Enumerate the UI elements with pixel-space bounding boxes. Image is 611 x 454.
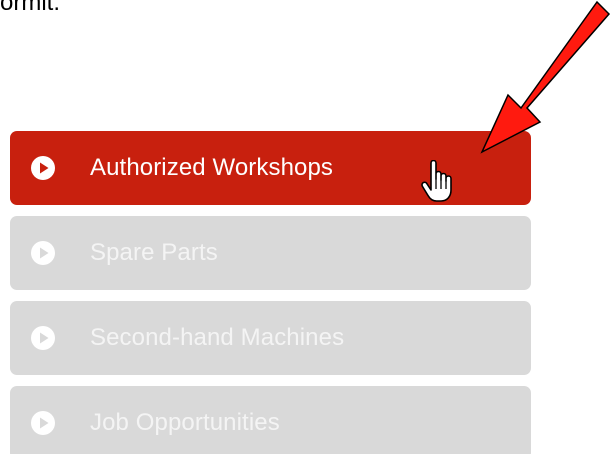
play-circle-icon [31,241,55,265]
play-circle-icon [31,156,55,180]
menu-item-label: Authorized Workshops [90,154,334,181]
menu-item-second-hand-machines[interactable]: Second-hand Machines [10,301,531,375]
page: ormit. Authorized Workshops Spare Parts … [0,0,611,454]
menu-item-label: Job Opportunities [90,409,280,436]
hand-pointer-cursor-icon [421,160,452,202]
menu-item-label: Second-hand Machines [90,324,345,351]
menu-item-spare-parts[interactable]: Spare Parts [10,216,531,290]
menu-item-job-opportunities[interactable]: Job Opportunities [10,386,531,454]
play-circle-icon [31,326,55,350]
cropped-heading-text: ormit. [0,0,60,16]
red-arrow-icon [480,0,611,154]
menu-item-label: Spare Parts [90,239,218,266]
play-circle-icon [31,411,55,435]
